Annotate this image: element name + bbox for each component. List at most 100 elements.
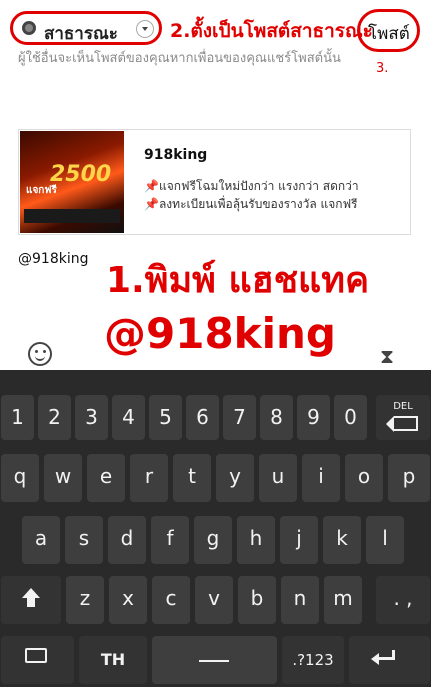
hourglass-icon[interactable]: ⧗: [380, 344, 394, 368]
privacy-selector[interactable]: สาธารณะ: [10, 11, 162, 45]
key-f[interactable]: f: [151, 516, 189, 564]
key-label: x: [122, 586, 134, 610]
key-label: p: [402, 464, 416, 488]
key-m[interactable]: m: [324, 576, 362, 624]
key-n[interactable]: n: [281, 576, 319, 624]
space-key[interactable]: [152, 636, 277, 684]
key-1[interactable]: 1: [1, 395, 34, 440]
symbols-key[interactable]: .?123: [282, 636, 344, 684]
privacy-notice: ผู้ใช้อื่นจะเห็นโพสต์ของคุณหากเพื่อนของค…: [18, 51, 341, 66]
key-a[interactable]: a: [22, 516, 60, 564]
shift-key[interactable]: [1, 576, 61, 624]
pin-icon: 📌: [144, 179, 159, 193]
key-label: m: [333, 586, 353, 610]
key-label: w: [54, 464, 72, 488]
key-label: . ,: [393, 586, 413, 610]
key-2[interactable]: 2: [38, 395, 71, 440]
key-label: g: [206, 526, 220, 550]
link-desc-line2-text: ลงทะเบียนเพื่อลุ้นรับของรางวัล แจกฟรี: [158, 197, 358, 211]
key-label: k: [336, 526, 348, 550]
key-5[interactable]: 5: [149, 395, 182, 440]
key-label: a: [34, 526, 48, 550]
key-8[interactable]: 8: [260, 395, 293, 440]
key-j[interactable]: j: [280, 516, 318, 564]
thumb-bar: [24, 209, 120, 223]
shift-icon: [22, 588, 40, 607]
key-label: f: [166, 526, 174, 550]
chevron-down-icon: [136, 20, 154, 38]
key-label: b: [250, 586, 264, 610]
key-c[interactable]: c: [152, 576, 190, 624]
key-i[interactable]: i: [302, 454, 340, 502]
key-7[interactable]: 7: [223, 395, 256, 440]
space-bar-line: [199, 660, 229, 662]
key-label: r: [144, 464, 154, 488]
annotation-step2: 2.ตั้งเป็นโพสต์สาธารณะ: [170, 20, 373, 42]
keyboard-icon: [25, 648, 47, 663]
link-thumbnail: 2500 แจกฟรี: [20, 131, 124, 233]
key-d[interactable]: d: [108, 516, 146, 564]
key-label: 2: [48, 405, 61, 429]
link-title: 918king: [144, 147, 208, 163]
key-label: i: [318, 464, 324, 488]
key-t[interactable]: t: [173, 454, 211, 502]
key-6[interactable]: 6: [186, 395, 219, 440]
link-preview-card[interactable]: 2500 แจกฟรี 918king 📌แจกฟรีโฉมใหม่ปังกว่…: [18, 129, 411, 235]
key-g[interactable]: g: [194, 516, 232, 564]
key-0[interactable]: 0: [334, 395, 367, 440]
post-button-label: โพสต์: [368, 24, 410, 44]
key-r[interactable]: r: [130, 454, 168, 502]
key-label: 8: [270, 405, 283, 429]
thumb-number: 2500: [50, 162, 112, 187]
key-l[interactable]: l: [366, 516, 404, 564]
annotation-step1-tag: @918king: [104, 309, 336, 358]
key-w[interactable]: w: [44, 454, 82, 502]
key-4[interactable]: 4: [112, 395, 145, 440]
language-key-label: TH: [100, 650, 126, 669]
key-label: d: [120, 526, 134, 550]
globe-icon: [22, 21, 36, 35]
language-key[interactable]: TH: [79, 636, 147, 684]
key-label: 4: [122, 405, 135, 429]
punctuation-key[interactable]: . ,: [376, 576, 430, 624]
key-e[interactable]: e: [87, 454, 125, 502]
key-v[interactable]: v: [195, 576, 233, 624]
key-x[interactable]: x: [109, 576, 147, 624]
post-button[interactable]: โพสต์: [357, 9, 420, 52]
keyboard: 1 2 3 4 5 6 7 8 9 0 DEL q w e r t y u i …: [0, 370, 431, 687]
key-s[interactable]: s: [65, 516, 103, 564]
key-label: 3: [85, 405, 98, 429]
key-label: n: [293, 586, 307, 610]
thumb-text: แจกฟรี: [26, 185, 57, 196]
key-label: j: [296, 526, 302, 550]
key-label: c: [165, 586, 177, 610]
keyboard-settings-key[interactable]: [1, 636, 74, 684]
key-9[interactable]: 9: [297, 395, 330, 440]
key-label: 6: [196, 405, 209, 429]
key-z[interactable]: z: [66, 576, 104, 624]
key-b[interactable]: b: [238, 576, 276, 624]
key-label: z: [79, 586, 91, 610]
key-label: h: [249, 526, 263, 550]
key-o[interactable]: o: [345, 454, 383, 502]
key-3[interactable]: 3: [75, 395, 108, 440]
emoji-icon[interactable]: [28, 342, 52, 366]
key-p[interactable]: p: [388, 454, 430, 502]
symbols-key-label: .?123: [292, 651, 334, 669]
delete-key[interactable]: DEL: [376, 395, 430, 440]
key-label: 5: [159, 405, 172, 429]
pin-icon: 📌: [144, 197, 159, 211]
post-text-mention[interactable]: @918king: [18, 251, 88, 267]
key-h[interactable]: h: [237, 516, 275, 564]
key-label: 7: [233, 405, 246, 429]
key-y[interactable]: y: [216, 454, 254, 502]
compose-area: สาธารณะ 2.ตั้งเป็นโพสต์สาธารณะ โพสต์ 3. …: [0, 0, 431, 370]
annotation-step3: 3.: [376, 61, 389, 76]
enter-key[interactable]: [349, 636, 430, 684]
key-label: y: [229, 464, 241, 488]
key-k[interactable]: k: [323, 516, 361, 564]
key-q[interactable]: q: [1, 454, 39, 502]
key-u[interactable]: u: [259, 454, 297, 502]
annotation-step1: 1.พิมพ์ แฮชแทค: [106, 260, 370, 301]
key-label: v: [208, 586, 220, 610]
